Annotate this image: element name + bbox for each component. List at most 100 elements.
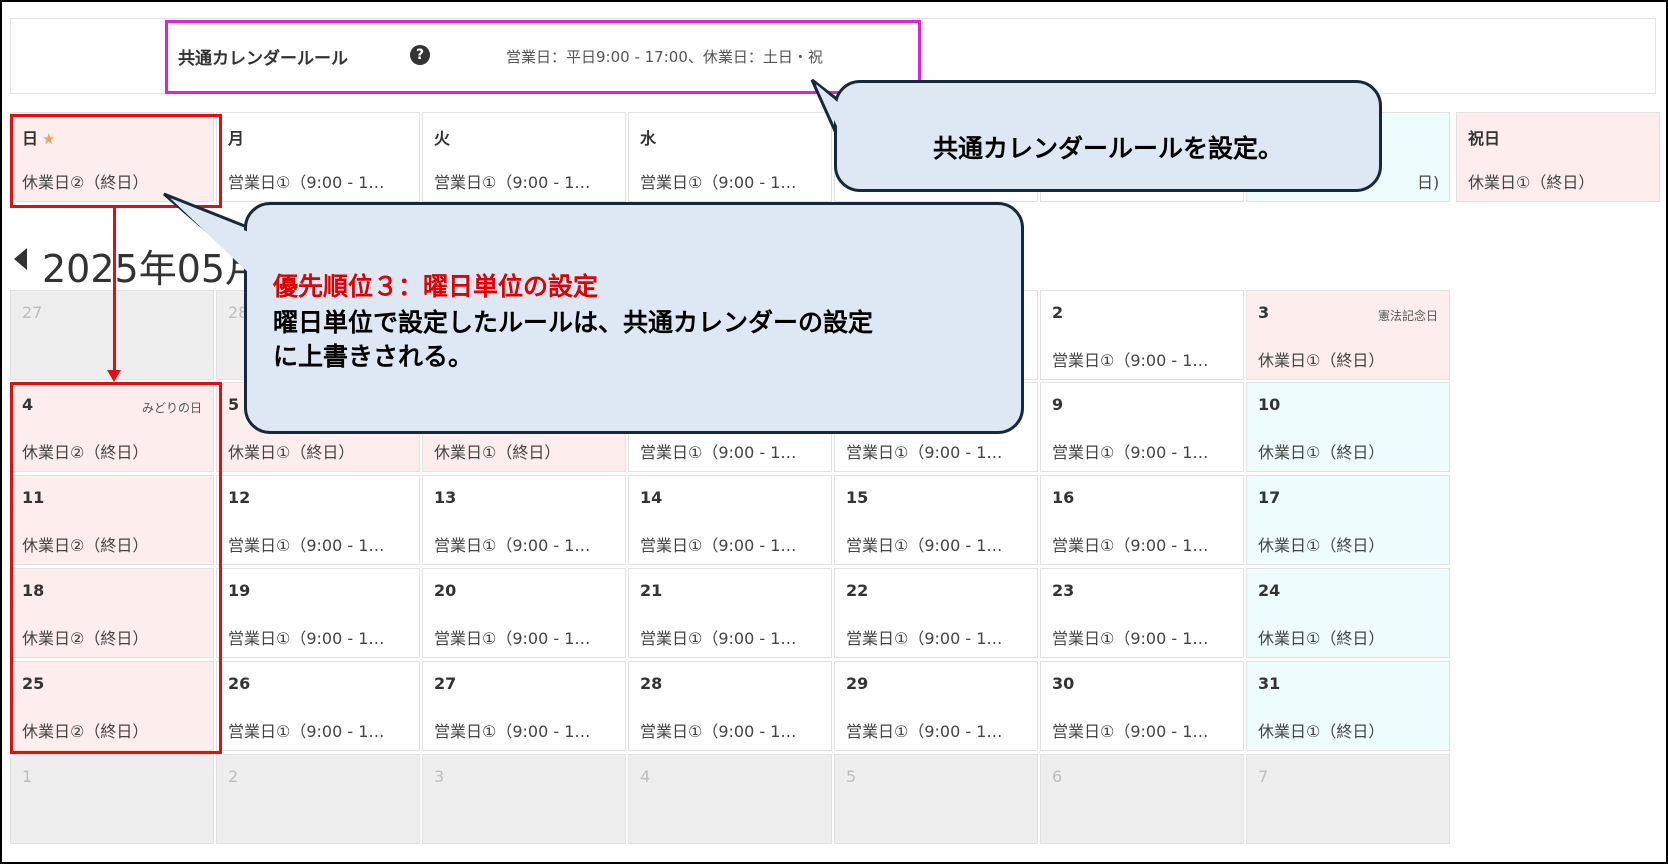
calendar-day-cell[interactable]: 1 xyxy=(10,754,214,844)
sunday-column-highlight xyxy=(10,382,222,754)
day-number: 9 xyxy=(1052,395,1064,414)
calendar-day-cell[interactable]: 22 営業日①（9:00 - 1… xyxy=(834,568,1038,658)
calendar-day-cell[interactable]: 16 営業日①（9:00 - 1… xyxy=(1040,475,1244,565)
day-number: 3 xyxy=(1258,303,1270,322)
callout-weekday-priority: 優先順位３：曜日単位の設定 曜日単位で設定したルールは、共通カレンダーの設定 に… xyxy=(244,202,1024,434)
day-status: 営業日①（9:00 - 1… xyxy=(228,629,385,648)
weekday-status: 休業日①（終日） xyxy=(1468,173,1595,192)
day-status: 営業日①（9:00 - 1… xyxy=(640,536,797,555)
highlight-arrow-head xyxy=(107,370,121,382)
calendar-day-cell[interactable]: 17 休業日①（終日） xyxy=(1246,475,1450,565)
day-status: 営業日①（9:00 - 1… xyxy=(1052,629,1209,648)
callout2-line1: 曜日単位で設定したルールは、共通カレンダーの設定 xyxy=(273,308,874,337)
day-number: 7 xyxy=(1258,767,1269,786)
day-status: 営業日①（9:00 - 1… xyxy=(640,443,797,462)
day-number: 20 xyxy=(434,581,457,600)
calendar-day-cell[interactable]: 21 営業日①（9:00 - 1… xyxy=(628,568,832,658)
calendar-day-cell[interactable]: 31 休業日①（終日） xyxy=(1246,661,1450,751)
weekday-status: 営業日①（9:00 - 1… xyxy=(434,173,591,192)
day-status: 営業日①（9:00 - 1… xyxy=(434,629,591,648)
calendar-day-cell[interactable]: 3 憲法記念日休業日①（終日） xyxy=(1246,290,1450,380)
day-status: 営業日①（9:00 - 1… xyxy=(846,629,1003,648)
calendar-day-cell[interactable]: 28 営業日①（9:00 - 1… xyxy=(628,661,832,751)
calendar-day-cell[interactable]: 12 営業日①（9:00 - 1… xyxy=(216,475,420,565)
day-status: 休業日①（終日） xyxy=(1258,536,1385,555)
weekday-label: 祝日 xyxy=(1468,129,1501,148)
calendar-day-cell[interactable]: 29 営業日①（9:00 - 1… xyxy=(834,661,1038,751)
calendar-day-cell[interactable]: 10 休業日①（終日） xyxy=(1246,382,1450,472)
day-status: 営業日①（9:00 - 1… xyxy=(640,722,797,741)
day-number: 14 xyxy=(640,488,663,507)
calendar-day-cell[interactable]: 5 xyxy=(834,754,1038,844)
callout-common-rule: 共通カレンダールールを設定。 xyxy=(834,80,1382,192)
calendar-day-cell[interactable]: 13 営業日①（9:00 - 1… xyxy=(422,475,626,565)
day-number: 26 xyxy=(228,674,251,693)
day-number: 24 xyxy=(1258,581,1281,600)
calendar-day-cell[interactable]: 7 xyxy=(1246,754,1450,844)
calendar-day-cell[interactable]: 9 営業日①（9:00 - 1… xyxy=(1040,382,1244,472)
weekday-status: 営業日①（9:00 - 1… xyxy=(640,173,797,192)
day-number: 2 xyxy=(228,767,239,786)
day-number: 30 xyxy=(1052,674,1075,693)
day-number: 4 xyxy=(640,767,651,786)
day-number: 28 xyxy=(640,674,663,693)
day-number: 6 xyxy=(1052,767,1063,786)
day-number: 2 xyxy=(1052,303,1064,322)
day-number: 5 xyxy=(228,395,240,414)
day-status: 営業日①（9:00 - 1… xyxy=(640,629,797,648)
day-number: 31 xyxy=(1258,674,1281,693)
calendar-day-cell[interactable]: 2 営業日①（9:00 - 1… xyxy=(1040,290,1244,380)
calendar-day-cell[interactable]: 2 xyxy=(216,754,420,844)
day-status: 休業日①（終日） xyxy=(1258,629,1385,648)
day-status: 休業日①（終日） xyxy=(1258,722,1385,741)
weekday-header-tue[interactable]: 火 営業日①（9:00 - 1… xyxy=(422,112,626,202)
calendar-day-cell[interactable]: 6 xyxy=(1040,754,1244,844)
day-status: 営業日①（9:00 - 1… xyxy=(1052,536,1209,555)
day-number: 27 xyxy=(22,303,43,322)
calendar-day-cell[interactable]: 27 営業日①（9:00 - 1… xyxy=(422,661,626,751)
callout2-title: 優先順位３：曜日単位の設定 xyxy=(273,272,599,301)
calendar-day-cell[interactable]: 27 xyxy=(10,290,214,380)
calendar-day-cell[interactable]: 14 営業日①（9:00 - 1… xyxy=(628,475,832,565)
day-number: 10 xyxy=(1258,395,1281,414)
weekday-label: 火 xyxy=(434,129,451,148)
calendar-day-cell[interactable]: 19 営業日①（9:00 - 1… xyxy=(216,568,420,658)
day-number: 13 xyxy=(434,488,457,507)
calendar-day-cell[interactable]: 24 休業日①（終日） xyxy=(1246,568,1450,658)
calendar-day-cell[interactable]: 3 xyxy=(422,754,626,844)
callout2-line2: に上書きされる。 xyxy=(273,342,474,371)
day-status: 休業日①（終日） xyxy=(1258,443,1385,462)
day-status: 営業日①（9:00 - 1… xyxy=(1052,351,1209,370)
day-status: 営業日①（9:00 - 1… xyxy=(1052,443,1209,462)
weekday-label: 月 xyxy=(228,129,245,148)
day-status: 営業日①（9:00 - 1… xyxy=(228,536,385,555)
day-status: 休業日①（終日） xyxy=(434,443,561,462)
day-number: 5 xyxy=(846,767,857,786)
day-status: 営業日①（9:00 - 1… xyxy=(434,722,591,741)
day-number: 29 xyxy=(846,674,869,693)
day-number: 21 xyxy=(640,581,663,600)
day-status: 営業日①（9:00 - 1… xyxy=(228,722,385,741)
calendar-day-cell[interactable]: 26 営業日①（9:00 - 1… xyxy=(216,661,420,751)
highlight-arrow-line xyxy=(113,206,116,373)
weekday-header-holiday[interactable]: 祝日 休業日①（終日） xyxy=(1456,112,1660,202)
day-status: 営業日①（9:00 - 1… xyxy=(846,443,1003,462)
calendar-day-cell[interactable]: 30 営業日①（9:00 - 1… xyxy=(1040,661,1244,751)
calendar-day-cell[interactable]: 23 営業日①（9:00 - 1… xyxy=(1040,568,1244,658)
day-status: 休業日①（終日） xyxy=(1258,351,1385,370)
day-status: 営業日①（9:00 - 1… xyxy=(1052,722,1209,741)
day-status: 営業日①（9:00 - 1… xyxy=(846,722,1003,741)
calendar-day-cell[interactable]: 4 xyxy=(628,754,832,844)
calendar-day-cell[interactable]: 15 営業日①（9:00 - 1… xyxy=(834,475,1038,565)
day-status: 営業日①（9:00 - 1… xyxy=(846,536,1003,555)
holiday-name: 憲法記念日 xyxy=(1377,309,1438,323)
calendar-day-cell[interactable]: 20 営業日①（9:00 - 1… xyxy=(422,568,626,658)
day-number: 19 xyxy=(228,581,251,600)
day-number: 17 xyxy=(1258,488,1281,507)
callout1-text: 共通カレンダールールを設定。 xyxy=(932,134,1283,163)
callout1-tail-fill xyxy=(816,84,878,140)
weekday-status: 日) xyxy=(1417,173,1440,192)
day-number: 3 xyxy=(434,767,445,786)
day-number: 23 xyxy=(1052,581,1075,600)
weekday-label: 水 xyxy=(640,129,657,148)
